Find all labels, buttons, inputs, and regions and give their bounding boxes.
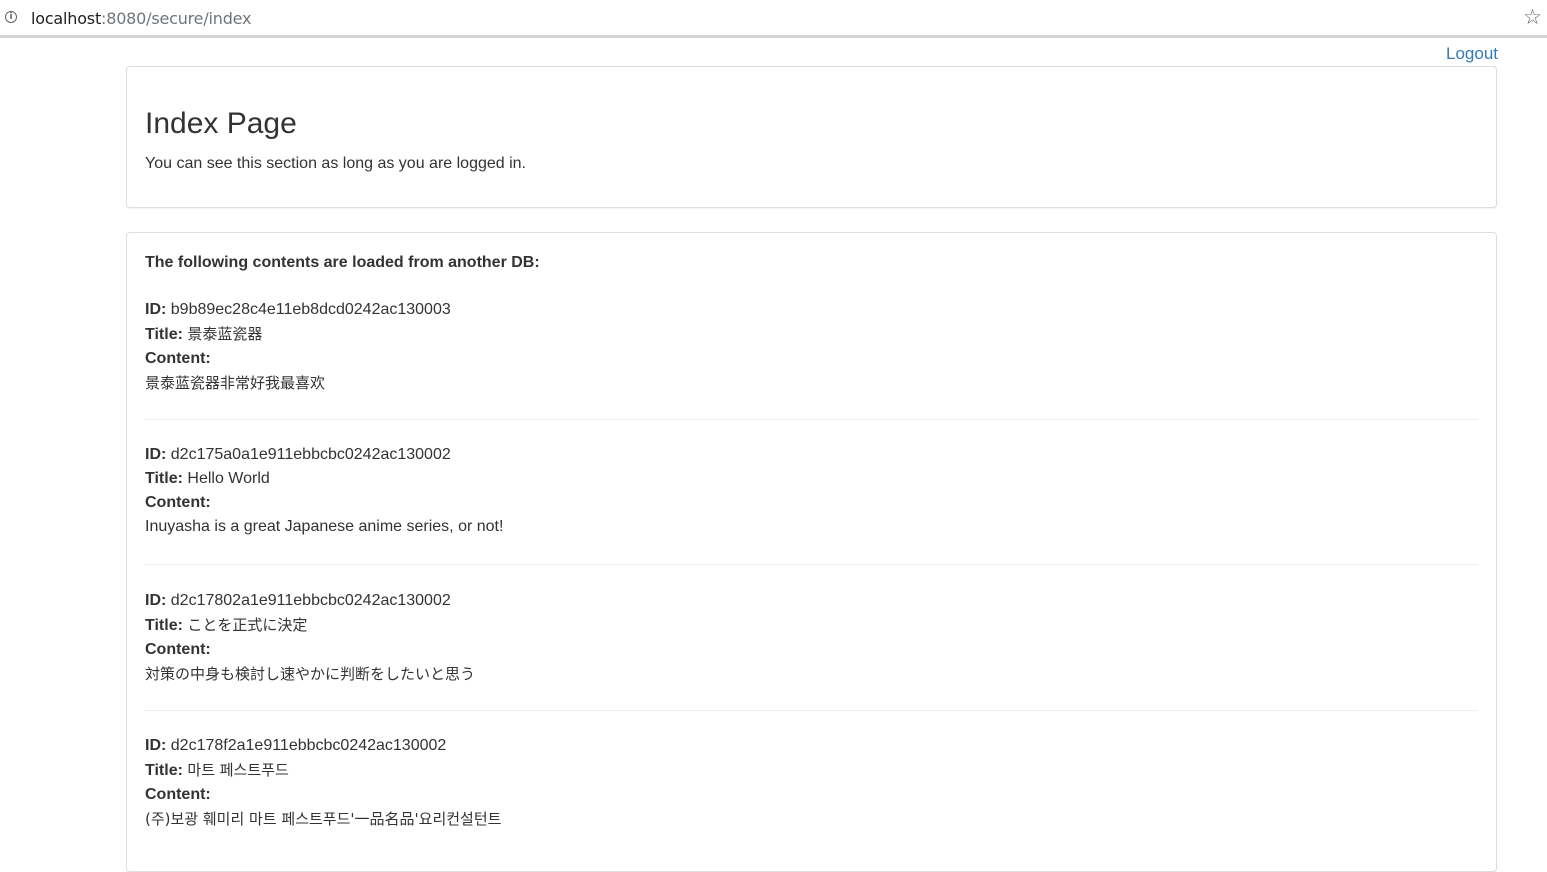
entry-title: ことを正式に決定	[187, 616, 308, 634]
bookmark-star-icon[interactable]: ☆	[1523, 5, 1542, 29]
entry-content: 景泰蓝瓷器非常好我最喜欢	[145, 374, 326, 392]
list-item: ID: d2c175a0a1e911ebbcbc0242ac130002 Tit…	[145, 443, 1478, 539]
entry-id: b9b89ec28c4e11eb8dcd0242ac130003	[170, 301, 451, 318]
url-host: localhost	[31, 9, 102, 28]
entry-id-row: ID: d2c178f2a1e911ebbcbc0242ac130002	[145, 734, 1478, 758]
list-item: ID: b9b89ec28c4e11eb8dcd0242ac130003 Tit…	[145, 298, 1478, 395]
entry-title: Hello World	[187, 470, 270, 487]
content-label: Content:	[145, 786, 211, 803]
index-panel: Index Page You can see this section as l…	[126, 66, 1497, 208]
content-label: Content:	[145, 494, 211, 511]
entry-title: 마트 페스트푸드	[187, 761, 289, 779]
divider	[145, 564, 1478, 565]
section-heading: The following contents are loaded from a…	[145, 254, 540, 271]
entry-title-row: Title: ことを正式に決定	[145, 613, 1478, 638]
divider	[145, 710, 1478, 711]
page-title: Index Page	[145, 107, 297, 140]
entry-id-row: ID: d2c17802a1e911ebbcbc0242ac130002	[145, 589, 1478, 613]
content-label: Content:	[145, 350, 211, 367]
browser-address-bar: i localhost:8080/secure/index ☆	[0, 0, 1547, 38]
entry-title: 景泰蓝瓷器	[187, 325, 263, 343]
id-label: ID:	[145, 301, 167, 318]
list-item: ID: d2c178f2a1e911ebbcbc0242ac130002 Tit…	[145, 734, 1478, 831]
title-label: Title:	[145, 617, 183, 634]
entry-content: 対策の中身も検討し速やかに判断をしたいと思う	[145, 665, 476, 683]
entry-id-row: ID: b9b89ec28c4e11eb8dcd0242ac130003	[145, 298, 1478, 322]
url-field[interactable]: localhost:8080/secure/index	[31, 9, 251, 28]
entry-title-row: Title: Hello World	[145, 467, 1478, 491]
db-contents-panel: The following contents are loaded from a…	[126, 232, 1497, 872]
entry-content: (주)보광 훼미리 마트 페스트푸드'一品名品'요리컨설턴트	[145, 810, 502, 828]
info-icon[interactable]: i	[5, 11, 17, 23]
entry-id: d2c175a0a1e911ebbcbc0242ac130002	[170, 446, 451, 463]
title-label: Title:	[145, 326, 183, 343]
id-label: ID:	[145, 737, 167, 754]
list-item: ID: d2c17802a1e911ebbcbc0242ac130002 Tit…	[145, 589, 1478, 686]
page-subtitle: You can see this section as long as you …	[145, 155, 526, 172]
logout-link[interactable]: Logout	[1446, 44, 1498, 64]
entry-id-row: ID: d2c175a0a1e911ebbcbc0242ac130002	[145, 443, 1478, 467]
entry-title-row: Title: 마트 페스트푸드	[145, 758, 1478, 783]
title-label: Title:	[145, 762, 183, 779]
entry-content: Inuyasha is a great Japanese anime serie…	[145, 518, 504, 535]
url-path: :8080/secure/index	[101, 9, 252, 28]
id-label: ID:	[145, 446, 167, 463]
entry-id: d2c178f2a1e911ebbcbc0242ac130002	[170, 737, 447, 754]
id-label: ID:	[145, 592, 167, 609]
content-label: Content:	[145, 641, 211, 658]
entry-id: d2c17802a1e911ebbcbc0242ac130002	[170, 592, 451, 609]
entry-title-row: Title: 景泰蓝瓷器	[145, 322, 1478, 347]
divider	[145, 419, 1478, 420]
title-label: Title:	[145, 470, 183, 487]
